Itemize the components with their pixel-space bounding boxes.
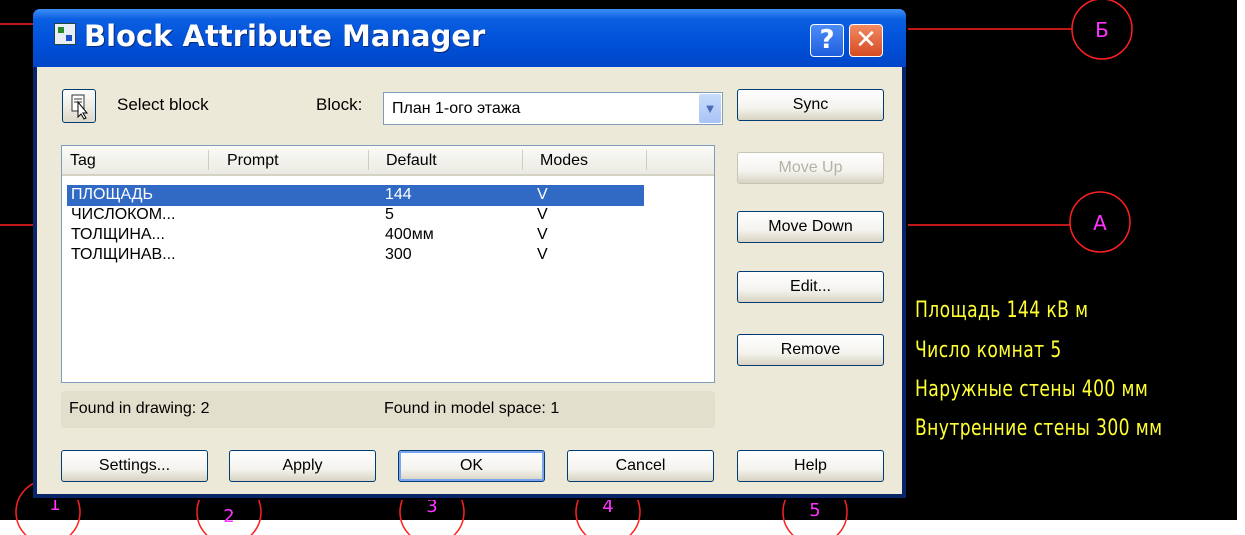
grid-label-2: 2: [223, 506, 234, 527]
move-down-button[interactable]: Move Down: [737, 211, 884, 243]
block-select[interactable]: План 1-ого этажа ▼: [383, 92, 723, 125]
column-divider[interactable]: [368, 150, 369, 170]
column-header-default[interactable]: Default: [386, 152, 437, 170]
table-row[interactable]: ПЛОЩАДЬ 144 V: [67, 185, 644, 206]
row-modes: V: [537, 226, 548, 243]
ok-button[interactable]: OK: [398, 450, 545, 482]
grid-label-b: Б: [1095, 18, 1109, 42]
column-divider[interactable]: [522, 150, 523, 170]
grid-label-a: А: [1093, 211, 1107, 235]
block-attribute-manager-dialog: Block Attribute Manager ? ✕ Select block…: [33, 9, 906, 498]
row-tag: ПЛОЩАДЬ: [71, 186, 153, 203]
table-row[interactable]: ТОЛЩИНА... 400мм V: [67, 225, 644, 246]
block-label: Block:: [316, 95, 363, 114]
help-titlebar-button[interactable]: ?: [810, 24, 844, 57]
select-block-label: Select block: [117, 95, 209, 114]
grid-label-3: 3: [426, 496, 437, 517]
dialog-client-area: Select block Block: План 1-ого этажа ▼ T…: [37, 67, 902, 494]
row-modes: V: [537, 246, 548, 263]
status-bar: Found in drawing: 2 Found in model space…: [61, 391, 715, 428]
column-header-prompt[interactable]: Prompt: [227, 152, 279, 170]
found-in-drawing: Found in drawing: 2: [69, 400, 210, 417]
column-divider[interactable]: [646, 150, 647, 170]
attribute-list[interactable]: Tag Prompt Default Modes ПЛОЩАДЬ 144 V Ч…: [61, 145, 715, 383]
settings-button[interactable]: Settings...: [61, 450, 208, 482]
apply-button[interactable]: Apply: [229, 450, 376, 482]
list-header: Tag Prompt Default Modes: [62, 146, 714, 176]
row-tag: ТОЛЩИНА...: [71, 226, 165, 243]
row-modes: V: [537, 186, 548, 203]
table-row[interactable]: ТОЛЩИНАВ... 300 V: [67, 245, 644, 266]
cancel-button[interactable]: Cancel: [567, 450, 714, 482]
row-default: 144: [385, 186, 412, 203]
column-divider[interactable]: [208, 150, 209, 170]
move-up-button[interactable]: Move Up: [737, 152, 884, 184]
row-tag: ЧИСЛОКОМ...: [71, 206, 176, 223]
grid-label-4: 4: [602, 496, 613, 517]
column-header-modes[interactable]: Modes: [540, 152, 588, 170]
table-row[interactable]: ЧИСЛОКОМ... 5 V: [67, 205, 644, 226]
row-default: 5: [385, 206, 394, 223]
help-button[interactable]: Help: [737, 450, 884, 482]
dialog-title: Block Attribute Manager: [84, 19, 486, 53]
row-tag: ТОЛЩИНАВ...: [71, 246, 176, 263]
grid-label-5: 5: [809, 500, 820, 521]
pick-cursor-icon: [71, 94, 89, 120]
row-default: 400мм: [385, 226, 434, 243]
attribute-text-area: Площадь 144 кВ м: [915, 298, 1089, 323]
attribute-text-outer-walls: Наружные стены 400 мм: [915, 377, 1149, 402]
app-icon: [54, 23, 76, 45]
found-in-model-space: Found in model space: 1: [384, 400, 560, 417]
bottom-border: [0, 520, 1245, 535]
sync-button[interactable]: Sync: [737, 89, 884, 121]
column-header-tag[interactable]: Tag: [70, 152, 96, 170]
attribute-text-rooms: Число комнат 5: [915, 338, 1062, 363]
block-select-value: План 1-ого этажа: [392, 100, 521, 117]
row-default: 300: [385, 246, 412, 263]
select-block-button[interactable]: [62, 89, 96, 123]
remove-button[interactable]: Remove: [737, 334, 884, 366]
right-border: [1237, 0, 1245, 535]
attribute-text-inner-walls: Внутренние стены 300 мм: [915, 416, 1163, 441]
chevron-down-icon[interactable]: ▼: [699, 94, 721, 123]
edit-button[interactable]: Edit...: [737, 271, 884, 303]
title-bar[interactable]: Block Attribute Manager ? ✕: [33, 9, 906, 67]
close-button[interactable]: ✕: [849, 24, 883, 57]
row-modes: V: [537, 206, 548, 223]
